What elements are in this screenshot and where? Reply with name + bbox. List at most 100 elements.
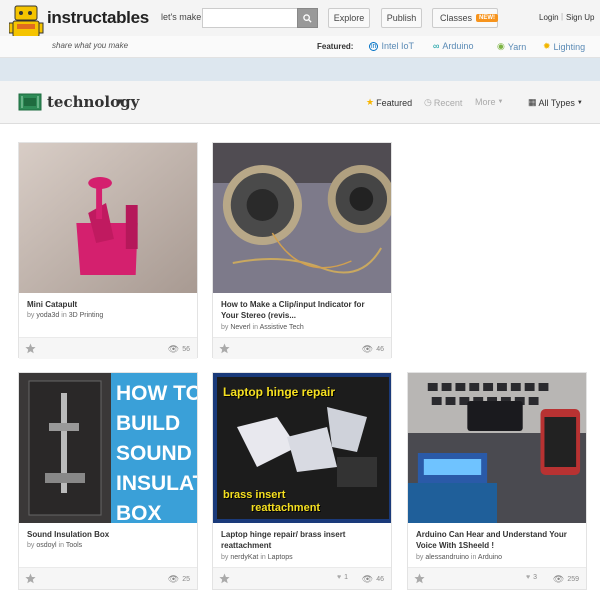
card-title[interactable]: Sound Insulation Box xyxy=(27,529,187,540)
author-link[interactable]: yoda3d xyxy=(36,312,59,319)
author-link[interactable]: alessandruino xyxy=(425,554,469,561)
author-link[interactable]: nerdyKat xyxy=(230,554,258,561)
card-title[interactable]: How to Make a Clip/input Indicator for Yo… xyxy=(221,299,381,321)
card-byline: by Neverl in Assistive Tech xyxy=(221,324,304,331)
category-link[interactable]: Laptops xyxy=(268,554,293,561)
project-card[interactable]: HOW TO BUILD SOUND INSULAT BOX Sound Insulat… xyxy=(18,372,198,590)
card-footer: 👁 56 xyxy=(19,337,197,359)
project-image[interactable] xyxy=(408,373,586,523)
card-footer: ♥ 3 👁 259 xyxy=(408,567,586,589)
content-area: Mini Catapult by yoda3d in 3D Printing 👁… xyxy=(0,124,600,600)
eye-icon: 👁 xyxy=(552,574,565,584)
arduino-icon: ∞ xyxy=(433,41,440,51)
lets-make-label: let's make xyxy=(161,12,202,22)
featured-item-label: Lighting xyxy=(553,41,586,52)
card-title[interactable]: Laptop hinge repair/ brass insert reattac… xyxy=(221,529,381,551)
view-count: 👁 46 xyxy=(361,344,384,354)
author-link[interactable]: Neverl xyxy=(230,324,250,331)
category-link[interactable]: 3D Printing xyxy=(69,312,104,319)
project-image[interactable]: Laptop hinge repair brass insert reattach… xyxy=(213,373,391,523)
card-byline: by alessandruino in Arduino xyxy=(416,554,503,561)
featured-item-label: Intel IoT xyxy=(381,41,414,51)
category-link[interactable]: Tools xyxy=(66,542,82,549)
featured-lighting[interactable]: ✹ Lighting xyxy=(543,41,585,52)
classes-button[interactable]: Classes NEW! xyxy=(432,8,499,28)
card-title[interactable]: Arduino Can Hear and Understand Your Voic… xyxy=(416,529,576,551)
separator: | xyxy=(561,12,564,21)
login-link[interactable]: Login xyxy=(539,13,559,22)
featured-item-label: Arduino xyxy=(442,41,474,51)
category-title[interactable]: technology xyxy=(47,93,139,111)
featured-intel-iot[interactable]: in Intel IoT xyxy=(369,41,414,51)
signup-link[interactable]: Sign Up xyxy=(566,13,594,22)
category-link[interactable]: Assistive Tech xyxy=(260,324,304,331)
view-count: 👁 25 xyxy=(167,574,190,584)
view-count: 👁 56 xyxy=(167,344,190,354)
author-link[interactable]: osdoyl xyxy=(36,542,56,549)
featured-item-label: Yarn xyxy=(507,41,527,52)
eye-icon: 👁 xyxy=(361,344,374,354)
chevron-down-icon[interactable]: ▼ xyxy=(116,97,124,106)
filter-label: Featured xyxy=(376,97,413,108)
search-input[interactable] xyxy=(202,8,298,28)
chevron-down-icon: ▼ xyxy=(497,99,504,105)
project-image[interactable] xyxy=(213,143,391,293)
heart-icon: ♥ xyxy=(337,574,342,581)
eye-icon: 👁 xyxy=(167,344,180,354)
yarn-icon: ◉ xyxy=(497,41,505,51)
project-card[interactable]: Arduino Can Hear and Understand Your Voic… xyxy=(407,372,587,590)
lightbulb-icon: ✹ xyxy=(543,41,551,51)
intel-icon: in xyxy=(369,41,379,51)
filter-all-types[interactable]: ▦ All Types ▼ xyxy=(528,97,583,108)
filter-label: Recent xyxy=(433,97,463,108)
featured-arduino[interactable]: ∞ Arduino xyxy=(433,41,473,51)
logo-text[interactable]: instructables xyxy=(47,8,149,28)
eye-icon: 👁 xyxy=(167,574,180,584)
project-image[interactable]: HOW TO BUILD SOUND INSULAT BOX xyxy=(19,373,197,523)
view-count: 👁 259 xyxy=(552,574,579,584)
new-badge: NEW! xyxy=(476,14,499,22)
category-header: technology ▼ ★ Featured ◷ Recent More ▼ … xyxy=(0,81,600,124)
featured-label: Featured: xyxy=(317,42,354,51)
card-title[interactable]: Mini Catapult xyxy=(27,299,187,310)
star-icon[interactable] xyxy=(414,573,425,584)
star-icon: ★ xyxy=(366,97,375,107)
card-byline: by nerdyKat in Laptops xyxy=(221,554,293,561)
project-image[interactable] xyxy=(19,143,197,293)
like-count: ♥ 3 xyxy=(526,574,538,581)
category-link[interactable]: Arduino xyxy=(478,554,502,561)
eye-icon: 👁 xyxy=(361,574,374,584)
classes-label: Classes xyxy=(440,13,473,23)
heart-icon: ♥ xyxy=(526,574,531,581)
circuit-board-icon xyxy=(18,93,42,111)
star-icon[interactable] xyxy=(219,343,230,354)
project-card[interactable]: Mini Catapult by yoda3d in 3D Printing 👁… xyxy=(18,142,198,359)
view-count: 👁 46 xyxy=(361,574,384,584)
star-icon[interactable] xyxy=(25,573,36,584)
image-caption-top: Laptop hinge repair xyxy=(223,385,336,399)
star-icon[interactable] xyxy=(25,343,36,354)
filter-featured[interactable]: ★ Featured xyxy=(366,97,412,108)
card-footer: ♥ 1 👁 46 xyxy=(213,567,391,589)
card-footer: 👁 25 xyxy=(19,567,197,589)
top-bar: instructables let's make Explore Publish… xyxy=(0,0,600,46)
grid-icon: ▦ xyxy=(528,97,537,107)
search-icon xyxy=(303,13,312,23)
star-icon[interactable] xyxy=(219,573,230,584)
publish-button[interactable]: Publish xyxy=(381,8,422,28)
chevron-down-icon: ▼ xyxy=(576,99,583,106)
project-card[interactable]: How to Make a Clip/input Indicator for Yo… xyxy=(212,142,392,359)
explore-button[interactable]: Explore xyxy=(328,8,370,28)
filter-recent[interactable]: ◷ Recent xyxy=(424,97,462,108)
filter-label: All Types xyxy=(538,97,575,108)
featured-yarn[interactable]: ◉ Yarn xyxy=(497,41,526,52)
box-photo xyxy=(19,373,111,523)
card-byline: by yoda3d in 3D Printing xyxy=(27,312,104,319)
search-button[interactable] xyxy=(297,8,318,28)
clock-icon: ◷ xyxy=(424,97,432,107)
tagline: share what you make xyxy=(52,41,129,50)
project-card[interactable]: Laptop hinge repair brass insert reattach… xyxy=(212,372,392,590)
filter-label: More xyxy=(475,97,496,107)
card-footer: 👁 46 xyxy=(213,337,391,359)
filter-more[interactable]: More ▼ xyxy=(475,97,503,107)
